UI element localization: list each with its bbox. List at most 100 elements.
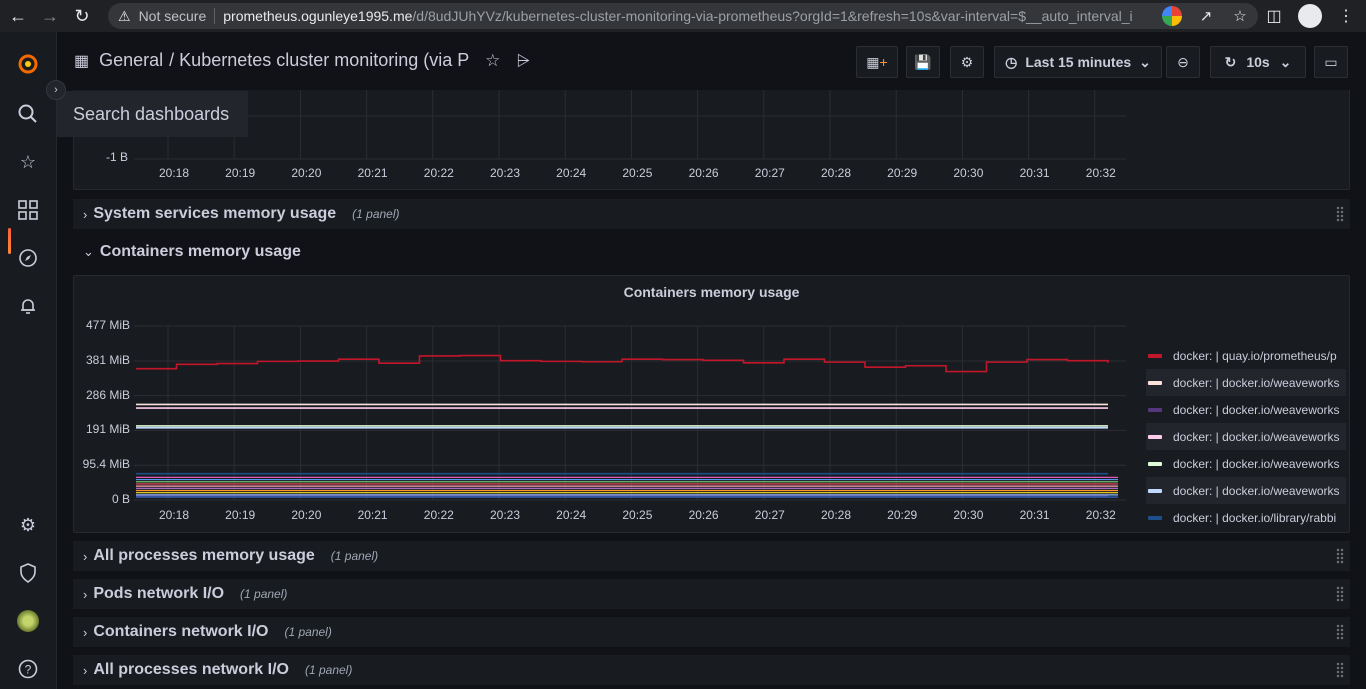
x-axis-tick: 20:18 bbox=[158, 166, 190, 180]
chevron-down-icon: ⌄ bbox=[1279, 53, 1292, 70]
save-dashboard-button[interactable]: 💾 bbox=[906, 46, 940, 78]
starred-icon[interactable]: ☆ bbox=[16, 150, 40, 174]
chevron-right-icon: › bbox=[83, 662, 88, 678]
legend-item[interactable]: docker: | quay.io/prometheus/p bbox=[1146, 342, 1346, 369]
legend-label: docker: | docker.io/weaveworks bbox=[1173, 429, 1340, 444]
menu-icon[interactable]: ⋮ bbox=[1334, 4, 1358, 28]
x-axis-tick: 20:20 bbox=[291, 508, 322, 522]
legend-label: docker: | docker.io/weaveworks bbox=[1173, 402, 1340, 417]
profile-icon[interactable] bbox=[1298, 4, 1322, 28]
legend-item[interactable]: docker: | docker.io/weaveworks bbox=[1146, 396, 1346, 423]
legend-swatch bbox=[1148, 488, 1162, 493]
row-containers-memory[interactable]: ⌄ Containers memory usage bbox=[73, 237, 1350, 267]
mark-favorite-star-icon[interactable]: ☆ bbox=[485, 51, 500, 71]
user-avatar[interactable] bbox=[16, 609, 40, 633]
url-text[interactable]: prometheus.ogunleye1995.me/d/8udJUhYVz/k… bbox=[223, 8, 1133, 24]
row-system-services[interactable]: › System services memory usage (1 panel) bbox=[73, 199, 1350, 229]
dashboard-title[interactable]: / Kubernetes cluster monitoring (via Pr.… bbox=[169, 50, 469, 71]
x-axis-tick: 20:26 bbox=[688, 166, 719, 180]
search-tooltip: Search dashboards bbox=[57, 91, 248, 137]
chevron-right-icon: › bbox=[83, 586, 88, 602]
back-icon[interactable]: ← bbox=[4, 2, 32, 30]
dashboard-settings-button[interactable]: ⚙ bbox=[950, 46, 984, 78]
x-axis-tick: 20:30 bbox=[953, 166, 984, 180]
help-icon[interactable]: ? bbox=[16, 657, 40, 681]
zoom-out-button[interactable]: ⊖ bbox=[1166, 46, 1200, 78]
folder-link[interactable]: General bbox=[99, 50, 163, 71]
refresh-picker[interactable]: ↻ 10s ⌄ bbox=[1210, 46, 1306, 78]
x-axis-tick: 20:31 bbox=[1019, 166, 1050, 180]
x-axis-tick: 20:23 bbox=[489, 166, 521, 180]
x-axis-tick: 20:24 bbox=[556, 166, 587, 180]
reload-icon[interactable]: ↻ bbox=[68, 2, 96, 30]
row-containers-network[interactable]: › Containers network I/O (1 panel) bbox=[73, 617, 1350, 647]
side-panel-icon[interactable]: ◫ bbox=[1262, 4, 1286, 28]
legend-item[interactable]: docker: | docker.io/library/rabbi bbox=[1146, 504, 1346, 531]
forward-icon[interactable]: → bbox=[36, 2, 64, 30]
drag-handle-icon[interactable] bbox=[1336, 548, 1344, 564]
containers-memory-panel[interactable]: Containers memory usage 477 MiB 381 MiB 28… bbox=[73, 275, 1350, 533]
x-axis-tick: 20:23 bbox=[489, 508, 521, 522]
clock-icon: ◷ bbox=[1005, 53, 1018, 70]
add-panel-button[interactable]: ▦+ bbox=[856, 46, 898, 78]
row-pods-network[interactable]: › Pods network I/O (1 panel) bbox=[73, 579, 1350, 609]
share-icon[interactable]: ⩥ bbox=[516, 51, 530, 71]
y-axis-tick: 95.4 MiB bbox=[82, 457, 130, 472]
legend-item[interactable]: docker: | docker.io/weaveworks bbox=[1146, 369, 1346, 396]
add-panel-icon: ▦+ bbox=[866, 53, 888, 70]
row-all-processes-network[interactable]: › All processes network I/O (1 panel) bbox=[73, 655, 1350, 685]
x-axis-tick: 20:29 bbox=[887, 508, 918, 522]
row-title: System services memory usage bbox=[93, 205, 337, 222]
x-axis-tick: 20:20 bbox=[291, 166, 322, 180]
dashboard-content: -1 B 20:18 20:19 20:20 20:21 20:22 20:23 20:24… bbox=[58, 90, 1366, 689]
row-title: Containers memory usage bbox=[99, 243, 301, 260]
legend-item[interactable]: docker: | docker.io/weaveworks bbox=[1146, 477, 1346, 504]
legend-swatch bbox=[1148, 434, 1162, 439]
chevron-down-icon: ⌄ bbox=[1139, 53, 1151, 70]
chevron-down-icon: ⌄ bbox=[83, 244, 94, 259]
cycle-view-mode-button[interactable]: ▭ bbox=[1314, 46, 1348, 78]
not-secure-label: Not secure bbox=[138, 8, 207, 24]
x-axis-tick: 20:22 bbox=[423, 508, 454, 522]
shield-icon[interactable] bbox=[16, 561, 40, 585]
warning-icon: ⚠ bbox=[118, 7, 131, 24]
x-axis-tick: 20:22 bbox=[423, 166, 454, 180]
legend-label: docker: | docker.io/weaveworks bbox=[1173, 375, 1340, 390]
search-icon[interactable] bbox=[16, 102, 40, 126]
refresh-interval-label: 10s bbox=[1246, 54, 1270, 70]
alerting-bell-icon[interactable] bbox=[16, 294, 40, 318]
chevron-right-icon: › bbox=[83, 624, 88, 640]
x-axis-tick: 20:27 bbox=[754, 166, 785, 180]
expand-menu-chevron-icon[interactable]: › bbox=[46, 80, 66, 100]
grafana-logo-icon[interactable] bbox=[16, 52, 40, 76]
row-panel-count: (1 panel) bbox=[304, 663, 353, 677]
drag-handle-icon[interactable] bbox=[1336, 662, 1344, 678]
time-range-picker[interactable]: ◷ Last 15 minutes ⌄ bbox=[994, 46, 1162, 78]
x-axis-tick: 20:32 bbox=[1085, 166, 1116, 180]
drag-handle-icon[interactable] bbox=[1336, 624, 1344, 640]
drag-handle-icon[interactable] bbox=[1336, 586, 1344, 602]
previous-panel: -1 B 20:18 20:19 20:20 20:21 20:22 20:23 20:24… bbox=[73, 90, 1350, 190]
google-icon[interactable] bbox=[1162, 6, 1182, 26]
x-axis-tick: 20:28 bbox=[820, 508, 852, 522]
dashboards-icon[interactable] bbox=[16, 198, 40, 222]
x-axis-tick: 20:29 bbox=[887, 166, 918, 180]
legend-item[interactable]: docker: | docker.io/weaveworks bbox=[1146, 423, 1346, 450]
svg-text:?: ? bbox=[25, 663, 32, 677]
x-axis-tick: 20:25 bbox=[622, 166, 653, 180]
dashboard-grid-icon: ▦ bbox=[74, 52, 90, 70]
explore-icon[interactable] bbox=[16, 246, 40, 270]
x-axis-tick: 20:27 bbox=[754, 508, 785, 522]
active-indicator bbox=[8, 228, 11, 254]
row-all-processes-memory[interactable]: › All processes memory usage (1 panel) bbox=[73, 541, 1350, 571]
row-panel-count: (1 panel) bbox=[352, 207, 400, 221]
x-axis-tick: 20:32 bbox=[1085, 508, 1116, 522]
divider bbox=[214, 8, 216, 24]
share-page-icon[interactable]: ↗ bbox=[1196, 6, 1216, 26]
bookmark-star-icon[interactable]: ☆ bbox=[1230, 6, 1250, 26]
legend-item[interactable]: docker: | docker.io/weaveworks bbox=[1146, 450, 1346, 477]
settings-gear-icon[interactable]: ⚙ bbox=[16, 513, 40, 537]
settings-gear-icon: ⚙ bbox=[960, 53, 974, 70]
drag-handle-icon[interactable] bbox=[1336, 206, 1344, 222]
address-bar[interactable]: ⚠ Not secure prometheus.ogunleye1995.me/… bbox=[108, 3, 1258, 29]
